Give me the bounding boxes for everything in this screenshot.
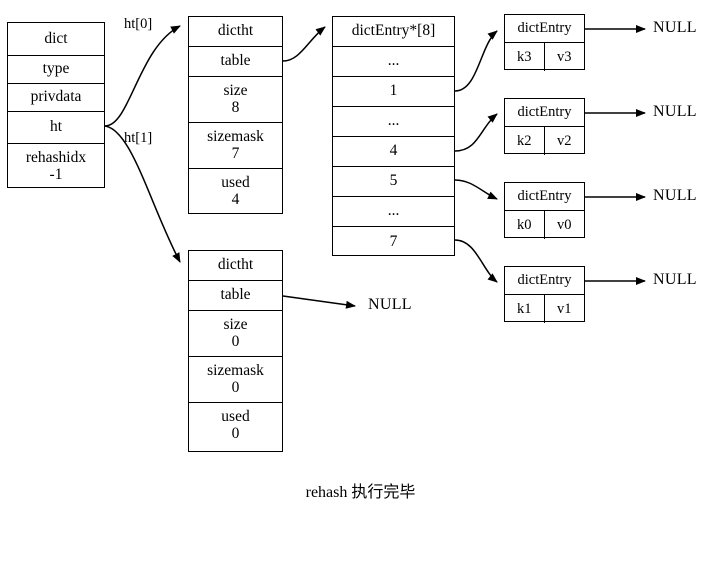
dictentry-kv-row: k2 v2 — [505, 127, 584, 155]
dictentry-node: dictEntry k0 v0 — [504, 182, 585, 239]
dict-struct: dict type privdata ht rehashidx -1 — [7, 22, 105, 188]
edge-table1-to-null — [282, 295, 356, 309]
dictht0-size-field: size 8 — [189, 77, 282, 123]
dictht0-table-field: table — [189, 47, 282, 77]
dictht0-sizemask-field: sizemask 7 — [189, 123, 282, 169]
bucket-row: 1 — [333, 77, 454, 107]
dictentry-kv-row: k0 v0 — [505, 211, 584, 239]
edge-label-ht0: ht[0] — [124, 16, 153, 32]
dict-field-privdata: privdata — [8, 84, 104, 112]
dictentry-key: k2 — [505, 127, 545, 155]
dictht1-sizemask-field: sizemask 0 — [189, 357, 282, 403]
diagram-canvas: dict type privdata ht rehashidx -1 ht[0]… — [0, 0, 721, 567]
bucket-row: 7 — [389, 232, 398, 250]
edge-bucket4-to-entry-k2 — [454, 113, 498, 152]
dictentry-title: dictEntry — [505, 15, 584, 43]
dictht1-struct: dictht table size 0 sizemask 0 used 0 — [188, 250, 283, 452]
dictentry-value: v2 — [557, 132, 572, 149]
dictentry-node: dictEntry k3 v3 — [504, 14, 585, 71]
edge-table-to-array — [282, 26, 326, 62]
dictht0-used-field: used 4 — [221, 174, 250, 208]
dict-field-type: type — [8, 56, 104, 84]
dictentry-node: dictEntry k2 v2 — [504, 98, 585, 155]
dictentry-next-null-label: NULL — [653, 19, 697, 36]
dictentry-next-null-label: NULL — [653, 187, 697, 204]
bucket-row: ... — [333, 197, 454, 227]
edge-label-ht1: ht[1] — [124, 130, 153, 146]
dictentry-next-null-label: NULL — [653, 271, 697, 288]
dictht0-struct: dictht table size 8 sizemask 7 used 4 — [188, 16, 283, 214]
bucket-row: ... — [333, 107, 454, 137]
edge-bucket1-to-entry-k3 — [454, 30, 498, 92]
edge-ht0 — [104, 25, 181, 127]
dict-field-ht: ht — [8, 112, 104, 144]
dictht1-used-field: used 0 — [221, 408, 250, 442]
bucket-row: ... — [333, 47, 454, 77]
dictentry-kv-row: k1 v1 — [505, 295, 584, 323]
dictentry-title: dictEntry — [505, 267, 584, 295]
diagram-caption: rehash 执行完毕 — [305, 484, 416, 501]
dictentry-key: k1 — [505, 295, 545, 323]
dictentry-node: dictEntry k1 v1 — [504, 266, 585, 323]
dict-title: dict — [8, 23, 104, 56]
dictht1-size-field: size 0 — [189, 311, 282, 357]
edge-bucket5-to-entry-k0 — [454, 179, 498, 200]
dictht1-table-null-label: NULL — [368, 296, 412, 313]
edge-bucket7-to-entry-k1 — [454, 239, 498, 283]
dictentry-next-null-label: NULL — [653, 103, 697, 120]
bucket-array-header: dictEntry*[8] — [333, 17, 454, 47]
dictentry-value: v3 — [557, 48, 572, 65]
bucket-row: 4 — [333, 137, 454, 167]
dictentry-key: k0 — [505, 211, 545, 239]
dictentry-value: v0 — [557, 216, 572, 233]
dictentry-value: v1 — [557, 300, 572, 317]
dictentry-key: k3 — [505, 43, 545, 71]
dictentry-title: dictEntry — [505, 99, 584, 127]
dictht1-title: dictht — [189, 251, 282, 281]
dictentry-title: dictEntry — [505, 183, 584, 211]
dictht1-table-field: table — [189, 281, 282, 311]
dictht0-title: dictht — [189, 17, 282, 47]
dictentry-kv-row: k3 v3 — [505, 43, 584, 71]
dict-field-rehashidx: rehashidx -1 — [25, 148, 87, 183]
bucket-row: 5 — [333, 167, 454, 197]
bucket-array: dictEntry*[8] ... 1 ... 4 5 ... 7 — [332, 16, 455, 256]
